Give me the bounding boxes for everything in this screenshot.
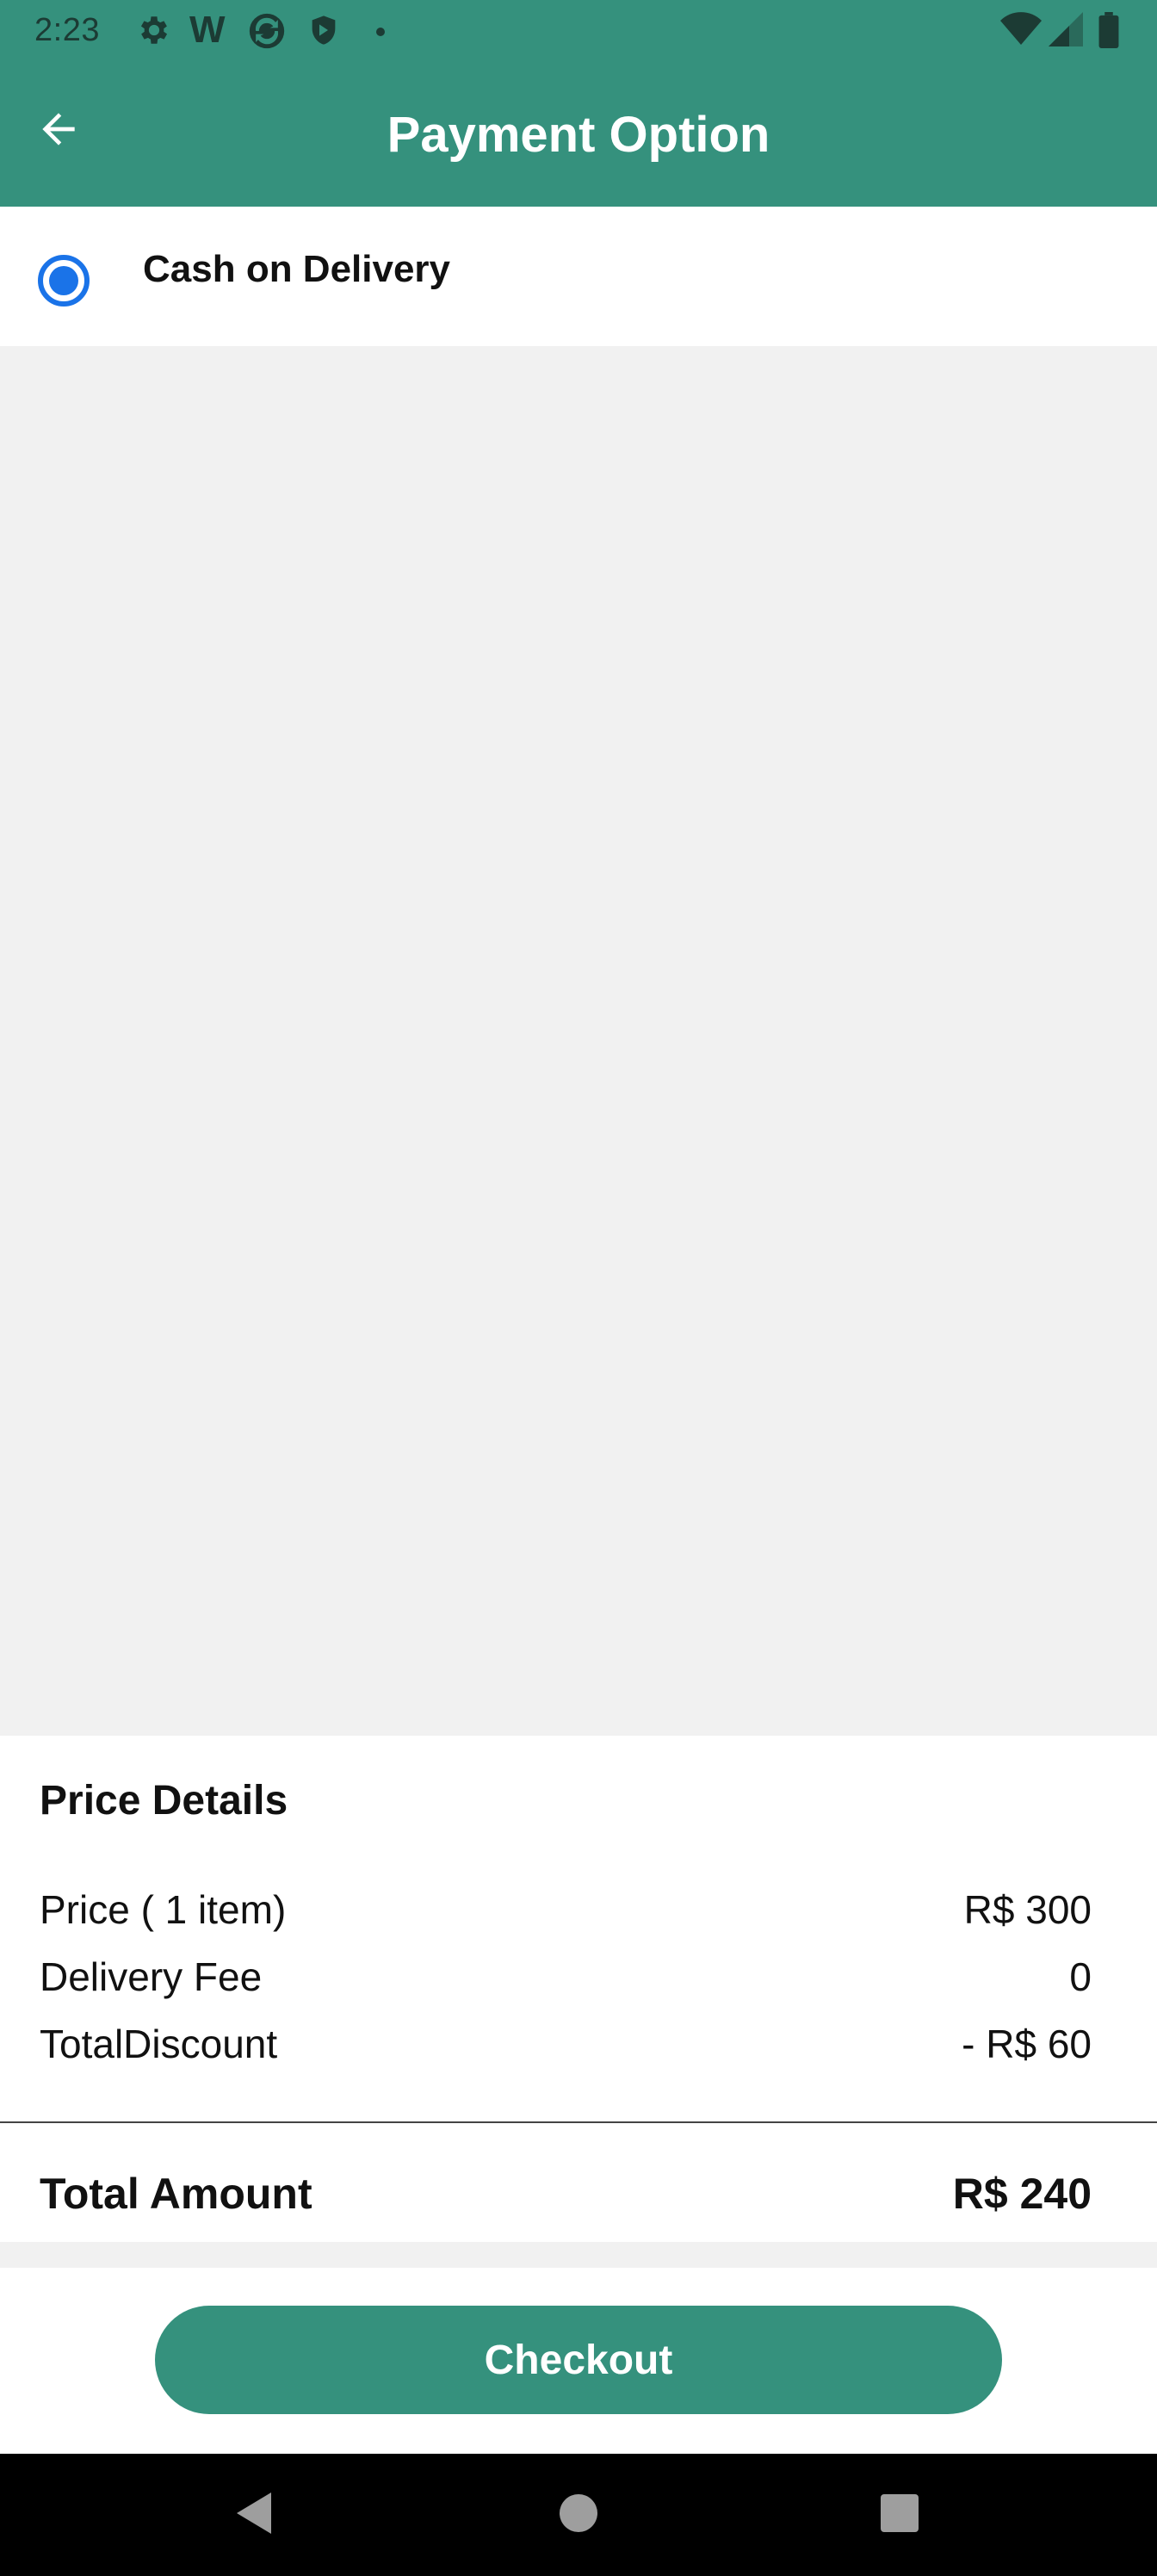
radio-button-selected[interactable]	[38, 255, 90, 307]
back-button[interactable]	[24, 96, 93, 165]
price-row-value: R$ 300	[963, 1887, 1092, 1932]
signal-icon	[1049, 12, 1083, 51]
checkout-area: Checkout	[0, 2268, 1157, 2454]
status-bar: 2:23 W	[0, 0, 1157, 62]
divider	[0, 2121, 1157, 2123]
total-amount-value: R$ 240	[952, 2170, 1092, 2218]
header: 2:23 W Payment Option	[0, 0, 1157, 207]
delivery-fee-value: 0	[1069, 1954, 1092, 1999]
dot-icon	[375, 26, 386, 41]
total-amount-row: Total Amount R$ 240	[40, 2168, 1092, 2220]
price-row-label: Price ( 1 item)	[40, 1887, 287, 1932]
back-triangle-icon	[233, 2491, 275, 2540]
delivery-fee-label: Delivery Fee	[40, 1954, 263, 1999]
nav-recents-button[interactable]	[869, 2485, 930, 2545]
page-title: Payment Option	[387, 106, 770, 163]
app-bar: Payment Option	[0, 62, 1157, 207]
checkout-button[interactable]: Checkout	[155, 2306, 1002, 2414]
sync-icon	[248, 12, 286, 54]
wifi-icon	[1000, 12, 1042, 51]
radio-dot-icon	[49, 266, 78, 295]
discount-value: - R$ 60	[962, 2022, 1092, 2066]
payment-option-label: Cash on Delivery	[143, 248, 451, 290]
price-row: Price ( 1 item) R$ 300	[40, 1884, 1092, 1935]
price-details-heading: Price Details	[40, 1778, 288, 1824]
total-amount-label: Total Amount	[40, 2170, 312, 2218]
system-nav-bar	[0, 2454, 1157, 2576]
nav-home-button[interactable]	[548, 2485, 609, 2545]
wikipedia-icon: W	[189, 9, 226, 51]
price-details-card: Price Details Price ( 1 item) R$ 300 Del…	[0, 1736, 1157, 2242]
nav-back-button[interactable]	[224, 2485, 284, 2545]
battery-icon	[1098, 12, 1119, 53]
delivery-fee-row: Delivery Fee 0	[40, 1951, 1092, 2003]
shield-icon	[306, 12, 341, 53]
discount-row: TotalDiscount - R$ 60	[40, 2018, 1092, 2070]
recents-square-icon	[881, 2493, 919, 2536]
arrow-left-icon	[34, 105, 83, 158]
discount-label: TotalDiscount	[40, 2022, 278, 2066]
settings-icon	[136, 12, 172, 53]
payment-option-cash-on-delivery[interactable]: Cash on Delivery	[0, 207, 1157, 346]
status-time: 2:23	[34, 12, 100, 48]
home-circle-icon	[559, 2493, 598, 2537]
